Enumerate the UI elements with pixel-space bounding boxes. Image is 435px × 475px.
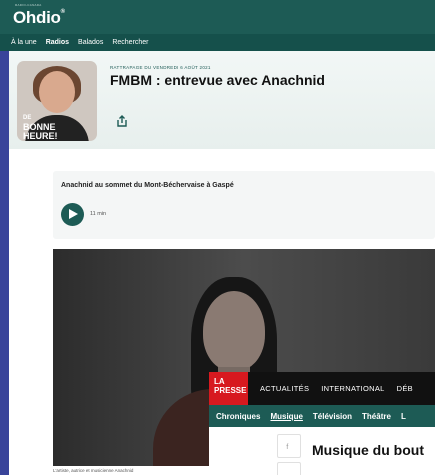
subnav-more[interactable]: L xyxy=(401,412,406,421)
nav-rechercher[interactable]: Rechercher xyxy=(112,39,148,46)
nav-balados[interactable]: Balados xyxy=(78,39,103,46)
lapresse-window: LA PRESSE ACTUALITÉS INTERNATIONAL DÉB C… xyxy=(209,372,435,475)
episode-date: RATTRAPAGE DU VENDREDI 6 AOÛT 2021 xyxy=(110,65,211,70)
clip-title: Anachnid au sommet du Mont-Béchervaise à… xyxy=(61,182,234,189)
ohdio-tagline: RADIO-CANADA xyxy=(15,3,42,7)
subnav-musique[interactable]: Musique xyxy=(270,412,302,421)
clip-duration: 11 min xyxy=(90,211,107,217)
thumb-text-1: DE xyxy=(23,115,32,121)
play-button[interactable] xyxy=(61,203,84,226)
share-icon[interactable] xyxy=(116,115,128,127)
lapresse-topbar: LA PRESSE ACTUALITÉS INTERNATIONAL DÉB xyxy=(209,372,435,405)
nav-radios[interactable]: Radios xyxy=(46,39,69,46)
audio-clip-card: Anachnid au sommet du Mont-Béchervaise à… xyxy=(53,171,435,239)
nav-a-la-une[interactable]: À la une xyxy=(11,39,37,46)
photo-caption: L'artiste, autrice et musicienne Anachni… xyxy=(53,468,134,473)
twitter-share-button[interactable] xyxy=(277,462,301,475)
episode-hero: DE BONNE HEURE! RATTRAPAGE DU VENDREDI 6… xyxy=(9,51,435,149)
subnav-chroniques[interactable]: Chroniques xyxy=(216,412,260,421)
svg-text:f: f xyxy=(286,442,289,451)
article-headline: Musique du bout xyxy=(312,442,424,458)
lapresse-subnav: Chroniques Musique Télévision Théâtre L xyxy=(209,405,435,427)
facebook-icon: f xyxy=(286,442,289,451)
tab-international[interactable]: INTERNATIONAL xyxy=(321,384,384,393)
tab-actualites[interactable]: ACTUALITÉS xyxy=(260,384,309,393)
episode-title: FMBM : entrevue avec Anachnid xyxy=(110,72,325,88)
thumb-text-2: BONNE HEURE! xyxy=(23,122,58,141)
subnav-theatre[interactable]: Théâtre xyxy=(362,412,391,421)
episode-thumbnail[interactable]: DE BONNE HEURE! xyxy=(17,61,97,141)
ohdio-header: RADIO-CANADA Ohdio® xyxy=(0,0,435,38)
facebook-share-button[interactable]: f xyxy=(277,434,301,458)
ohdio-logo[interactable]: Ohdio® xyxy=(13,8,65,28)
lapresse-logo[interactable]: LA PRESSE xyxy=(209,372,248,405)
ohdio-nav: À la une Radios Balados Rechercher xyxy=(0,34,435,51)
tab-debats[interactable]: DÉB xyxy=(397,384,413,393)
subnav-television[interactable]: Télévision xyxy=(313,412,352,421)
